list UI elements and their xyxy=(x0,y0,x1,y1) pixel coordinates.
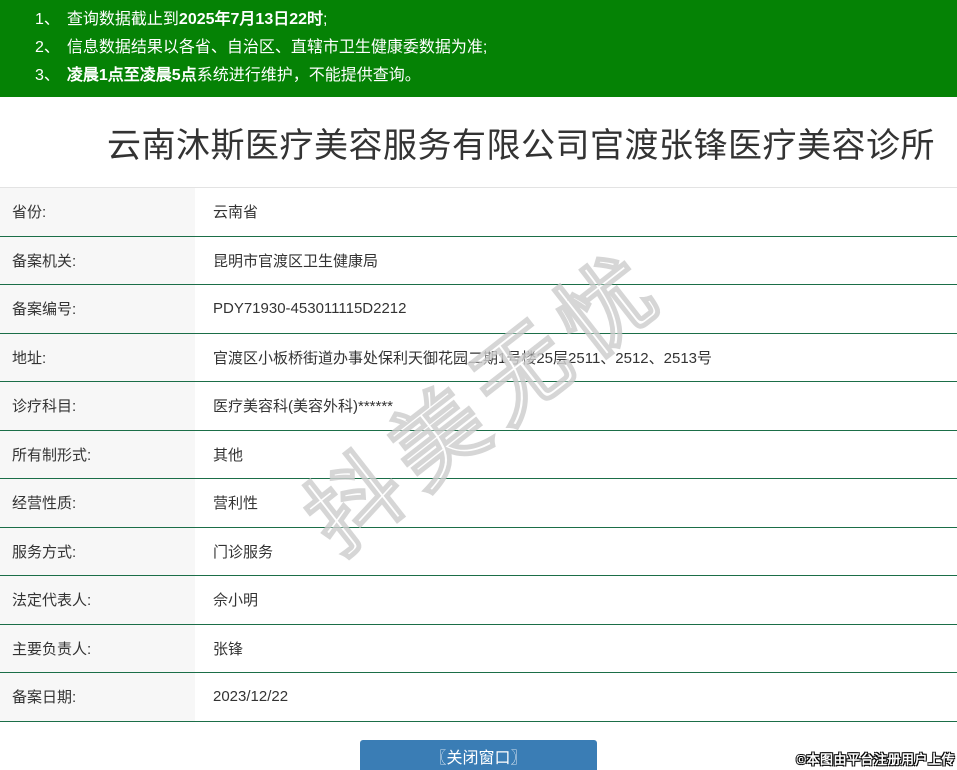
notice-text-bold: 凌晨1点至凌晨5点 xyxy=(66,67,197,84)
row-label: 所有制形式: xyxy=(0,430,195,478)
row-label: 备案机关: xyxy=(0,236,195,284)
notice-line-2: 2、 信息数据结果以各省、自治区、直辖市卫生健康委数据为准; xyxy=(35,34,947,62)
row-label: 法定代表人: xyxy=(0,576,195,624)
table-row-service-mode: 服务方式: 门诊服务 xyxy=(0,527,957,576)
row-value: 其他 xyxy=(213,446,244,464)
notice-line-1: 1、 查询数据截止到2025年7月13日22时; xyxy=(35,6,947,34)
table-row-legal-representative: 法定代表人: 佘小明 xyxy=(0,576,957,625)
close-window-button[interactable]: 〖关闭窗口〗 xyxy=(360,739,597,770)
notice-text: 信息数据结果以各省、自治区、直辖市卫生健康委数据为准; xyxy=(66,39,488,56)
row-value: 医疗美容科(美容外科)****** xyxy=(213,398,394,416)
row-value: 官渡区小板桥街道办事处保利天御花园二期1号楼25层2511、2512、2513号 xyxy=(213,349,713,367)
table-row-filing-authority: 备案机关: 昆明市官渡区卫生健康局 xyxy=(0,236,957,285)
row-value: 云南省 xyxy=(213,204,259,222)
row-label: 省份: xyxy=(0,188,195,236)
row-value: 营利性 xyxy=(213,495,259,513)
notice-number: 3、 xyxy=(35,67,60,84)
table-row-filing-number: 备案编号: PDY71930-453011115D2212 xyxy=(0,285,957,334)
row-label: 服务方式: xyxy=(0,527,195,575)
table-row-province: 省份: 云南省 xyxy=(0,188,957,237)
notice-number: 2、 xyxy=(35,39,60,56)
table-row-departments: 诊疗科目: 医疗美容科(美容外科)****** xyxy=(0,382,957,431)
row-label: 备案编号: xyxy=(0,285,195,333)
table-row-principal: 主要负责人: 张锋 xyxy=(0,624,957,673)
title-section: 云南沐斯医疗美容服务有限公司官渡张锋医疗美容诊所 xyxy=(0,97,957,187)
row-label: 主要负责人: xyxy=(0,624,195,672)
notice-line-3: 3、 凌晨1点至凌晨5点系统进行维护，不能提供查询。 xyxy=(35,62,947,90)
row-value: 佘小明 xyxy=(213,592,259,610)
table-row-ownership-type: 所有制形式: 其他 xyxy=(0,430,957,479)
row-value: 门诊服务 xyxy=(213,543,274,561)
page-title: 云南沐斯医疗美容服务有限公司官渡张锋医疗美容诊所 xyxy=(107,126,935,165)
notice-text: 查询数据截止到 xyxy=(66,11,179,28)
attribution-text: ©本图由平台注册用户上传 xyxy=(796,752,955,767)
table-row-operating-nature: 经营性质: 营利性 xyxy=(0,479,957,528)
notice-text: ; xyxy=(323,11,328,28)
row-value: 张锋 xyxy=(213,640,244,658)
notice-text-bold: 2025年7月13日22时 xyxy=(178,11,324,28)
row-label: 经营性质: xyxy=(0,479,195,527)
row-label: 备案日期: xyxy=(0,673,195,721)
notice-text: 系统进行维护，不能提供查询。 xyxy=(196,67,421,84)
record-table: 省份: 云南省 备案机关: 昆明市官渡区卫生健康局 备案编号: PDY71930… xyxy=(0,187,957,722)
row-value: PDY71930-453011115D2212 xyxy=(213,300,407,318)
row-value: 昆明市官渡区卫生健康局 xyxy=(213,252,379,270)
row-value: 2023/12/22 xyxy=(213,688,289,706)
notice-bar: 1、 查询数据截止到2025年7月13日22时; 2、 信息数据结果以各省、自治区、… xyxy=(0,0,957,97)
notice-number: 1、 xyxy=(35,11,60,28)
row-label: 地址: xyxy=(0,333,195,381)
table-row-filing-date: 备案日期: 2023/12/22 xyxy=(0,673,957,722)
row-label: 诊疗科目: xyxy=(0,382,195,430)
table-row-address: 地址: 官渡区小板桥街道办事处保利天御花园二期1号楼25层2511、2512、2… xyxy=(0,333,957,382)
